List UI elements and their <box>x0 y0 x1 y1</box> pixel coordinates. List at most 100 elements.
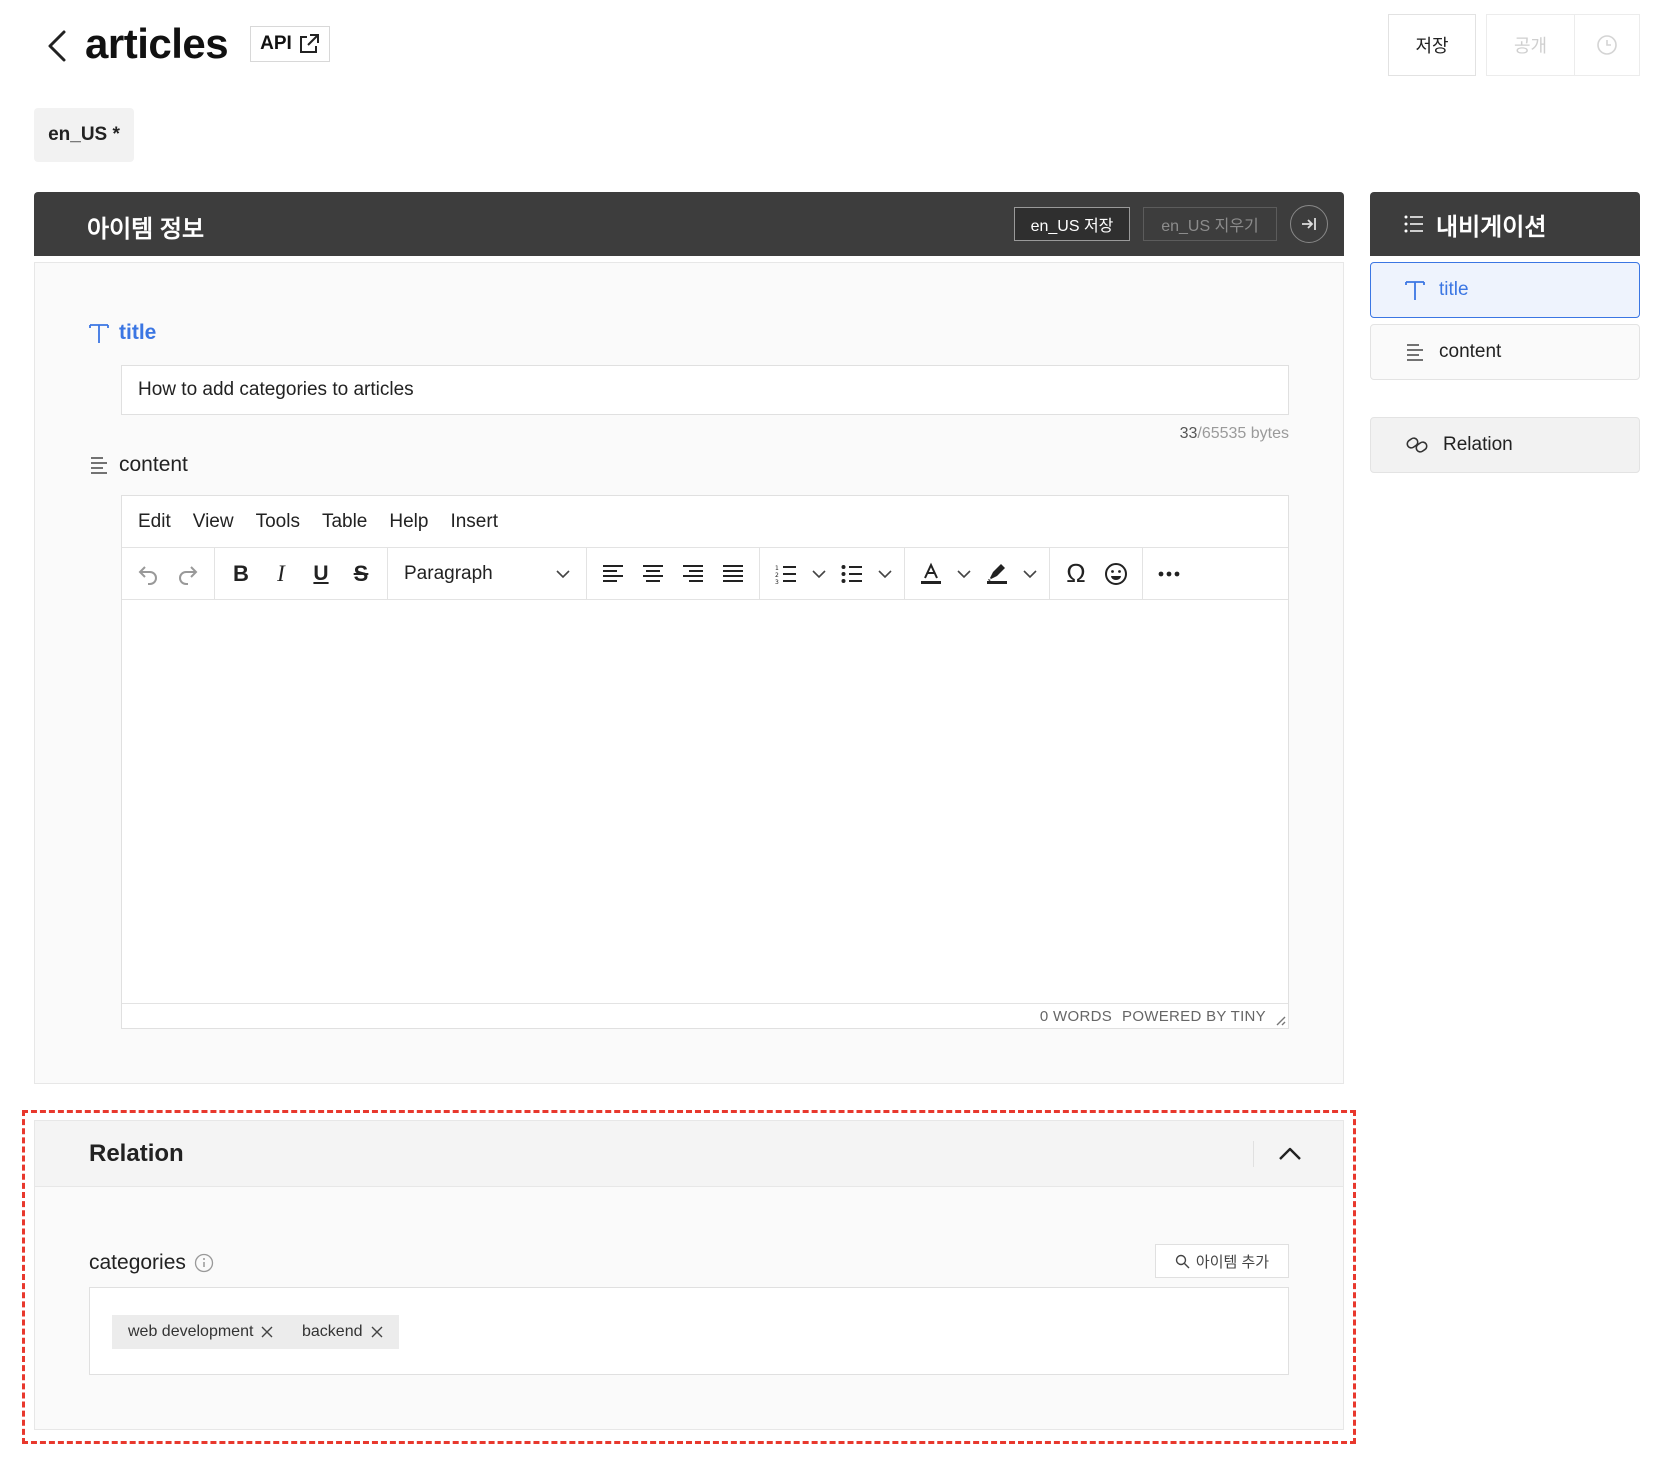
block-group: Paragraph <box>388 548 587 599</box>
relation-title: Relation <box>89 1140 184 1167</box>
redo-icon <box>179 565 198 585</box>
publish-button[interactable]: 공개 <box>1487 15 1575 75</box>
menu-tools[interactable]: Tools <box>256 511 300 533</box>
more-dots-icon <box>1158 571 1180 576</box>
editor-content-area[interactable] <box>122 600 1288 1004</box>
clock-icon <box>1597 35 1617 55</box>
block-format-value: Paragraph <box>404 562 493 584</box>
publish-group: 공개 <box>1486 14 1640 76</box>
relation-collapse-toggle[interactable] <box>1273 1137 1307 1171</box>
navigation-header: 내비게이션 <box>1370 192 1640 256</box>
bullet-list-button[interactable] <box>832 554 872 594</box>
align-left-button[interactable] <box>593 554 633 594</box>
category-tag: web development <box>112 1315 290 1349</box>
content-label-text: content <box>119 453 188 476</box>
chevron-down-icon <box>1023 569 1037 578</box>
menu-view[interactable]: View <box>193 511 234 533</box>
nav-item-label: Relation <box>1443 434 1513 455</box>
menu-table[interactable]: Table <box>322 511 367 533</box>
menu-insert[interactable]: Insert <box>450 511 498 533</box>
omega-icon: Ω <box>1066 558 1086 588</box>
resize-handle-icon[interactable] <box>1272 1012 1286 1026</box>
bold-button[interactable]: B <box>221 554 261 594</box>
categories-selection-box: web development backend <box>89 1287 1289 1375</box>
nav-item-label: content <box>1439 341 1502 362</box>
bold-icon: B <box>233 560 249 586</box>
highlight-color-button[interactable] <box>977 554 1017 594</box>
text-type-icon <box>1405 281 1425 300</box>
locale-tab-en-us[interactable]: en_US * <box>34 108 134 162</box>
numbered-list-menu[interactable] <box>806 554 832 594</box>
paragraph-lines-icon <box>1407 344 1423 361</box>
strikethrough-icon: S <box>353 560 369 586</box>
history-group <box>122 548 215 599</box>
search-icon <box>1175 1254 1190 1268</box>
list-icon <box>1404 215 1423 233</box>
align-justify-icon <box>723 564 743 582</box>
external-link-icon <box>299 34 319 53</box>
underline-button[interactable]: U <box>301 554 341 594</box>
save-locale-button[interactable]: en_US 저장 <box>1014 207 1130 241</box>
nav-item-content[interactable]: content <box>1370 324 1640 380</box>
menu-help[interactable]: Help <box>389 511 428 533</box>
schedule-button[interactable] <box>1575 15 1639 75</box>
highlight-color-menu[interactable] <box>1017 554 1043 594</box>
text-color-button[interactable] <box>911 554 951 594</box>
clear-locale-button[interactable]: en_US 지우기 <box>1143 207 1277 241</box>
emoji-icon <box>1105 562 1127 585</box>
paragraph-lines-icon <box>91 457 107 474</box>
category-tag-label: backend <box>302 1323 363 1340</box>
svg-text:2: 2 <box>775 572 779 579</box>
save-button[interactable]: 저장 <box>1388 14 1476 76</box>
undo-icon <box>138 565 157 585</box>
color-group <box>905 548 1050 599</box>
numbered-list-icon: 123 <box>775 565 796 584</box>
content-field-label: content <box>89 453 188 477</box>
categories-label: categories <box>89 1251 214 1275</box>
nav-item-title[interactable]: title <box>1370 262 1640 318</box>
relation-section: Relation categories 아이템 추가 web developme… <box>34 1120 1344 1430</box>
title-input[interactable] <box>121 365 1289 415</box>
nav-item-relation[interactable]: Relation <box>1370 417 1640 473</box>
add-item-label: 아이템 추가 <box>1195 1253 1270 1271</box>
undo-button[interactable] <box>128 554 168 594</box>
special-char-button[interactable]: Ω <box>1056 554 1096 594</box>
api-button[interactable]: API <box>250 26 330 62</box>
chevron-down-icon <box>957 569 971 578</box>
align-justify-button[interactable] <box>713 554 753 594</box>
add-item-button[interactable]: 아이템 추가 <box>1155 1244 1289 1278</box>
emoji-button[interactable] <box>1096 554 1136 594</box>
redo-button[interactable] <box>168 554 208 594</box>
rich-text-editor: Edit View Tools Table Help Insert B I U … <box>121 495 1289 1029</box>
title-field-label: title <box>89 321 156 345</box>
align-left-icon <box>603 564 623 582</box>
navigation-title: 내비게이션 <box>1436 213 1547 241</box>
title-label-text: title <box>119 321 157 344</box>
relation-header: Relation <box>35 1121 1343 1187</box>
remove-tag-button[interactable] <box>261 1326 273 1338</box>
editor-menubar: Edit View Tools Table Help Insert <box>122 496 1288 548</box>
close-icon <box>371 1326 382 1338</box>
api-label: API <box>260 33 292 54</box>
bullet-list-menu[interactable] <box>872 554 898 594</box>
align-right-button[interactable] <box>673 554 713 594</box>
remove-tag-button[interactable] <box>371 1326 383 1338</box>
collapse-panel-button[interactable] <box>1290 205 1328 243</box>
svg-text:1: 1 <box>775 565 779 572</box>
powered-by-link[interactable]: POWERED BY TINY <box>1122 1008 1266 1025</box>
more-button[interactable] <box>1149 554 1189 594</box>
align-group <box>587 548 760 599</box>
arrow-to-right-icon <box>1302 218 1316 230</box>
numbered-list-button[interactable]: 123 <box>766 554 806 594</box>
align-center-button[interactable] <box>633 554 673 594</box>
category-tag: backend <box>286 1315 399 1349</box>
strikethrough-button[interactable]: S <box>341 554 381 594</box>
italic-button[interactable]: I <box>261 554 301 594</box>
editor-statusbar: 0 WORDS POWERED BY TINY <box>122 1004 1288 1028</box>
block-format-select[interactable]: Paragraph <box>394 554 580 594</box>
category-tag-label: web development <box>128 1323 254 1340</box>
text-color-menu[interactable] <box>951 554 977 594</box>
back-button[interactable] <box>40 26 74 66</box>
info-icon[interactable] <box>194 1253 214 1273</box>
menu-edit[interactable]: Edit <box>138 511 171 533</box>
